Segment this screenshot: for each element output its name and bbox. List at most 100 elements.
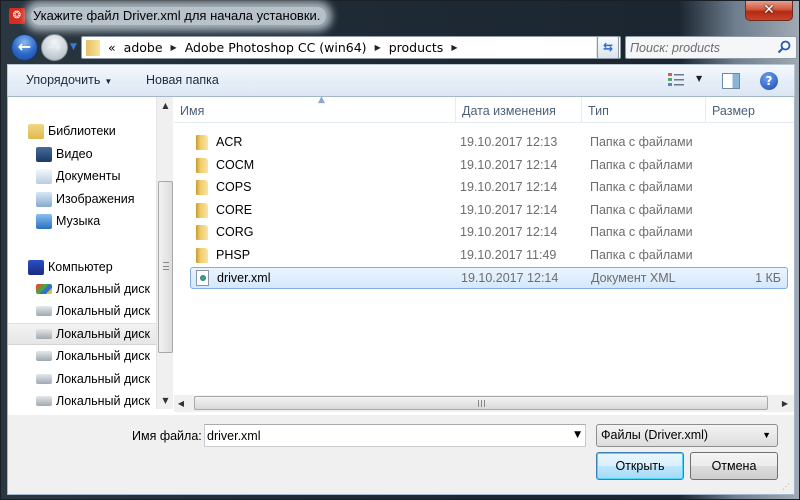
folder-row[interactable]: ACR 19.10.2017 12:13 Папка с файлами <box>190 132 788 154</box>
refresh-button[interactable]: ⇆ <box>597 36 619 59</box>
preview-pane-icon[interactable] <box>722 73 740 89</box>
breadcrumb: « adobe ▶ Adobe Photoshop CC (win64) ▶ p… <box>108 40 465 55</box>
navigation-bar: ← → ▼ « adobe ▶ Adobe Photoshop CC (win6… <box>7 31 797 63</box>
sidebar-item[interactable]: Изображения <box>8 188 156 210</box>
folder-icon <box>86 39 100 56</box>
view-options-dropdown[interactable]: ▼ <box>696 74 702 83</box>
adobe-app-icon: ❂ <box>9 8 25 24</box>
sidebar-item[interactable]: Локальный диск <box>8 300 156 322</box>
search-input[interactable] <box>630 39 770 56</box>
file-type-filter[interactable]: Файлы (Driver.xml) ▼ <box>596 424 778 447</box>
sidebar-item[interactable]: Видео <box>8 143 156 165</box>
filename-input[interactable] <box>207 427 557 444</box>
help-icon[interactable]: ? <box>760 72 778 90</box>
drive-icon <box>36 329 52 339</box>
sidebar-item[interactable]: Музыка <box>8 210 156 232</box>
file-type: Папка с файлами <box>590 157 693 172</box>
sidebar-item[interactable]: Локальный диск <box>8 390 156 412</box>
navigation-pane: Библиотеки Видео Документы Изображения Музык… <box>8 97 158 415</box>
breadcrumb-separator-icon[interactable]: ▶ <box>451 43 457 52</box>
file-type: Папка с файлами <box>590 247 693 262</box>
documents-library-icon <box>36 168 52 184</box>
file-name: driver.xml <box>217 271 271 285</box>
horizontal-scrollbar[interactable]: ◀ ▶ <box>174 395 794 412</box>
search-box[interactable] <box>625 36 797 59</box>
file-date-modified: 19.10.2017 12:14 <box>460 202 558 217</box>
breadcrumb-item-adobe[interactable]: adobe <box>124 40 163 55</box>
filename-combobox[interactable]: ▼ <box>204 424 586 447</box>
file-date-modified: 19.10.2017 12:14 <box>460 157 558 172</box>
folder-icon <box>196 157 208 173</box>
sidebar-item[interactable]: Локальный диск <box>8 323 156 345</box>
sidebar-item-label: Компьютер <box>48 260 113 274</box>
scroll-left-icon[interactable]: ◀ <box>174 395 188 412</box>
sidebar-item[interactable]: Библиотеки <box>8 120 156 142</box>
drive-icon <box>36 396 52 406</box>
file-type-filter-value: Файлы (Driver.xml) <box>601 428 709 442</box>
video-library-icon <box>36 146 52 162</box>
chevron-down-icon: ▼ <box>762 430 771 440</box>
folder-row[interactable]: CORG 19.10.2017 12:14 Папка с файлами <box>190 222 788 244</box>
scroll-up-icon[interactable]: ▲ <box>157 97 174 114</box>
window-title: Укажите файл Driver.xml для начала устан… <box>31 7 327 25</box>
breadcrumb-item-products[interactable]: products <box>389 40 444 55</box>
view-details-icon[interactable] <box>668 73 684 87</box>
organize-label: Упорядочить <box>26 73 101 87</box>
sidebar-item[interactable]: Локальный диск <box>8 368 156 390</box>
sidebar-item-label: Локальный диск <box>56 282 150 296</box>
libraries-icon <box>28 123 44 139</box>
chevron-down-icon[interactable]: ▼ <box>574 430 581 440</box>
sidebar-item-label: Изображения <box>56 192 135 206</box>
sidebar-item[interactable]: Локальный диск <box>8 345 156 367</box>
sort-ascending-icon: ▲ <box>318 95 325 105</box>
breadcrumb-separator-icon[interactable]: ▶ <box>375 43 381 52</box>
drive-icon <box>36 374 52 384</box>
breadcrumb-overflow[interactable]: « <box>108 40 116 55</box>
address-bar[interactable]: « adobe ▶ Adobe Photoshop CC (win64) ▶ p… <box>81 36 621 59</box>
folder-row[interactable]: PHSP 19.10.2017 11:49 Папка с файлами <box>190 245 788 267</box>
navigation-pane-scrollbar[interactable]: ▲ ▼ <box>156 97 173 409</box>
sidebar-item-label: Локальный диск <box>56 372 150 386</box>
open-file-dialog: ❂ Укажите файл Driver.xml для начала уст… <box>0 0 800 500</box>
scrollbar-thumb[interactable] <box>194 396 768 410</box>
folder-row[interactable]: CORE 19.10.2017 12:14 Папка с файлами <box>190 200 788 222</box>
breadcrumb-separator-icon[interactable]: ▶ <box>171 43 177 52</box>
chevron-down-icon: ▼ <box>104 77 113 86</box>
back-arrow-icon: ← <box>17 37 32 56</box>
grip-icon <box>478 400 485 407</box>
dialog-footer: Имя файла: ▼ Файлы (Driver.xml) ▼ Открыт… <box>7 415 795 495</box>
xml-file-icon <box>196 270 209 286</box>
folder-row[interactable]: COCM 19.10.2017 12:14 Папка с файлами <box>190 155 788 177</box>
sidebar-item-label: Локальный диск <box>56 327 150 341</box>
column-header-name[interactable]: Имя <box>174 97 456 123</box>
cancel-button[interactable]: Отмена <box>690 452 778 480</box>
folder-row[interactable]: COPS 19.10.2017 12:14 Папка с файлами <box>190 177 788 199</box>
close-button[interactable]: ✕ <box>745 1 793 21</box>
back-button[interactable]: ← <box>11 34 38 61</box>
browser-area: Библиотеки Видео Документы Изображения Музык… <box>7 95 795 415</box>
filename-label: Имя файла: <box>132 429 202 443</box>
sidebar-item-label: Видео <box>56 147 93 161</box>
music-library-icon <box>36 213 52 229</box>
sidebar-item[interactable]: Локальный диск <box>8 278 156 300</box>
column-header-size[interactable]: Размер <box>706 97 794 123</box>
search-icon[interactable] <box>777 40 791 54</box>
sidebar-item[interactable]: Документы <box>8 165 156 187</box>
refresh-icon: ⇆ <box>602 40 614 54</box>
sidebar-item[interactable]: Компьютер <box>8 256 156 278</box>
scroll-right-icon[interactable]: ▶ <box>778 395 792 412</box>
scrollbar-thumb[interactable] <box>158 181 173 353</box>
resize-grip-icon[interactable]: ⋰ <box>782 482 792 492</box>
recent-locations-dropdown[interactable]: ▼ <box>70 42 80 52</box>
scroll-down-icon[interactable]: ▼ <box>157 392 174 409</box>
breadcrumb-item-photoshop[interactable]: Adobe Photoshop CC (win64) <box>185 40 367 55</box>
column-header-date[interactable]: Дата изменения <box>456 97 582 123</box>
organize-button[interactable]: Упорядочить ▼ <box>26 73 112 87</box>
computer-icon <box>28 259 44 275</box>
file-row[interactable]: driver.xml 19.10.2017 12:14 Документ XML 1 … <box>190 267 788 289</box>
new-folder-button[interactable]: Новая папка <box>146 73 219 87</box>
file-name: CORE <box>216 202 253 217</box>
column-header-type[interactable]: Тип <box>582 97 706 123</box>
forward-button[interactable]: → <box>41 34 68 61</box>
open-button[interactable]: Открыть <box>596 452 684 480</box>
